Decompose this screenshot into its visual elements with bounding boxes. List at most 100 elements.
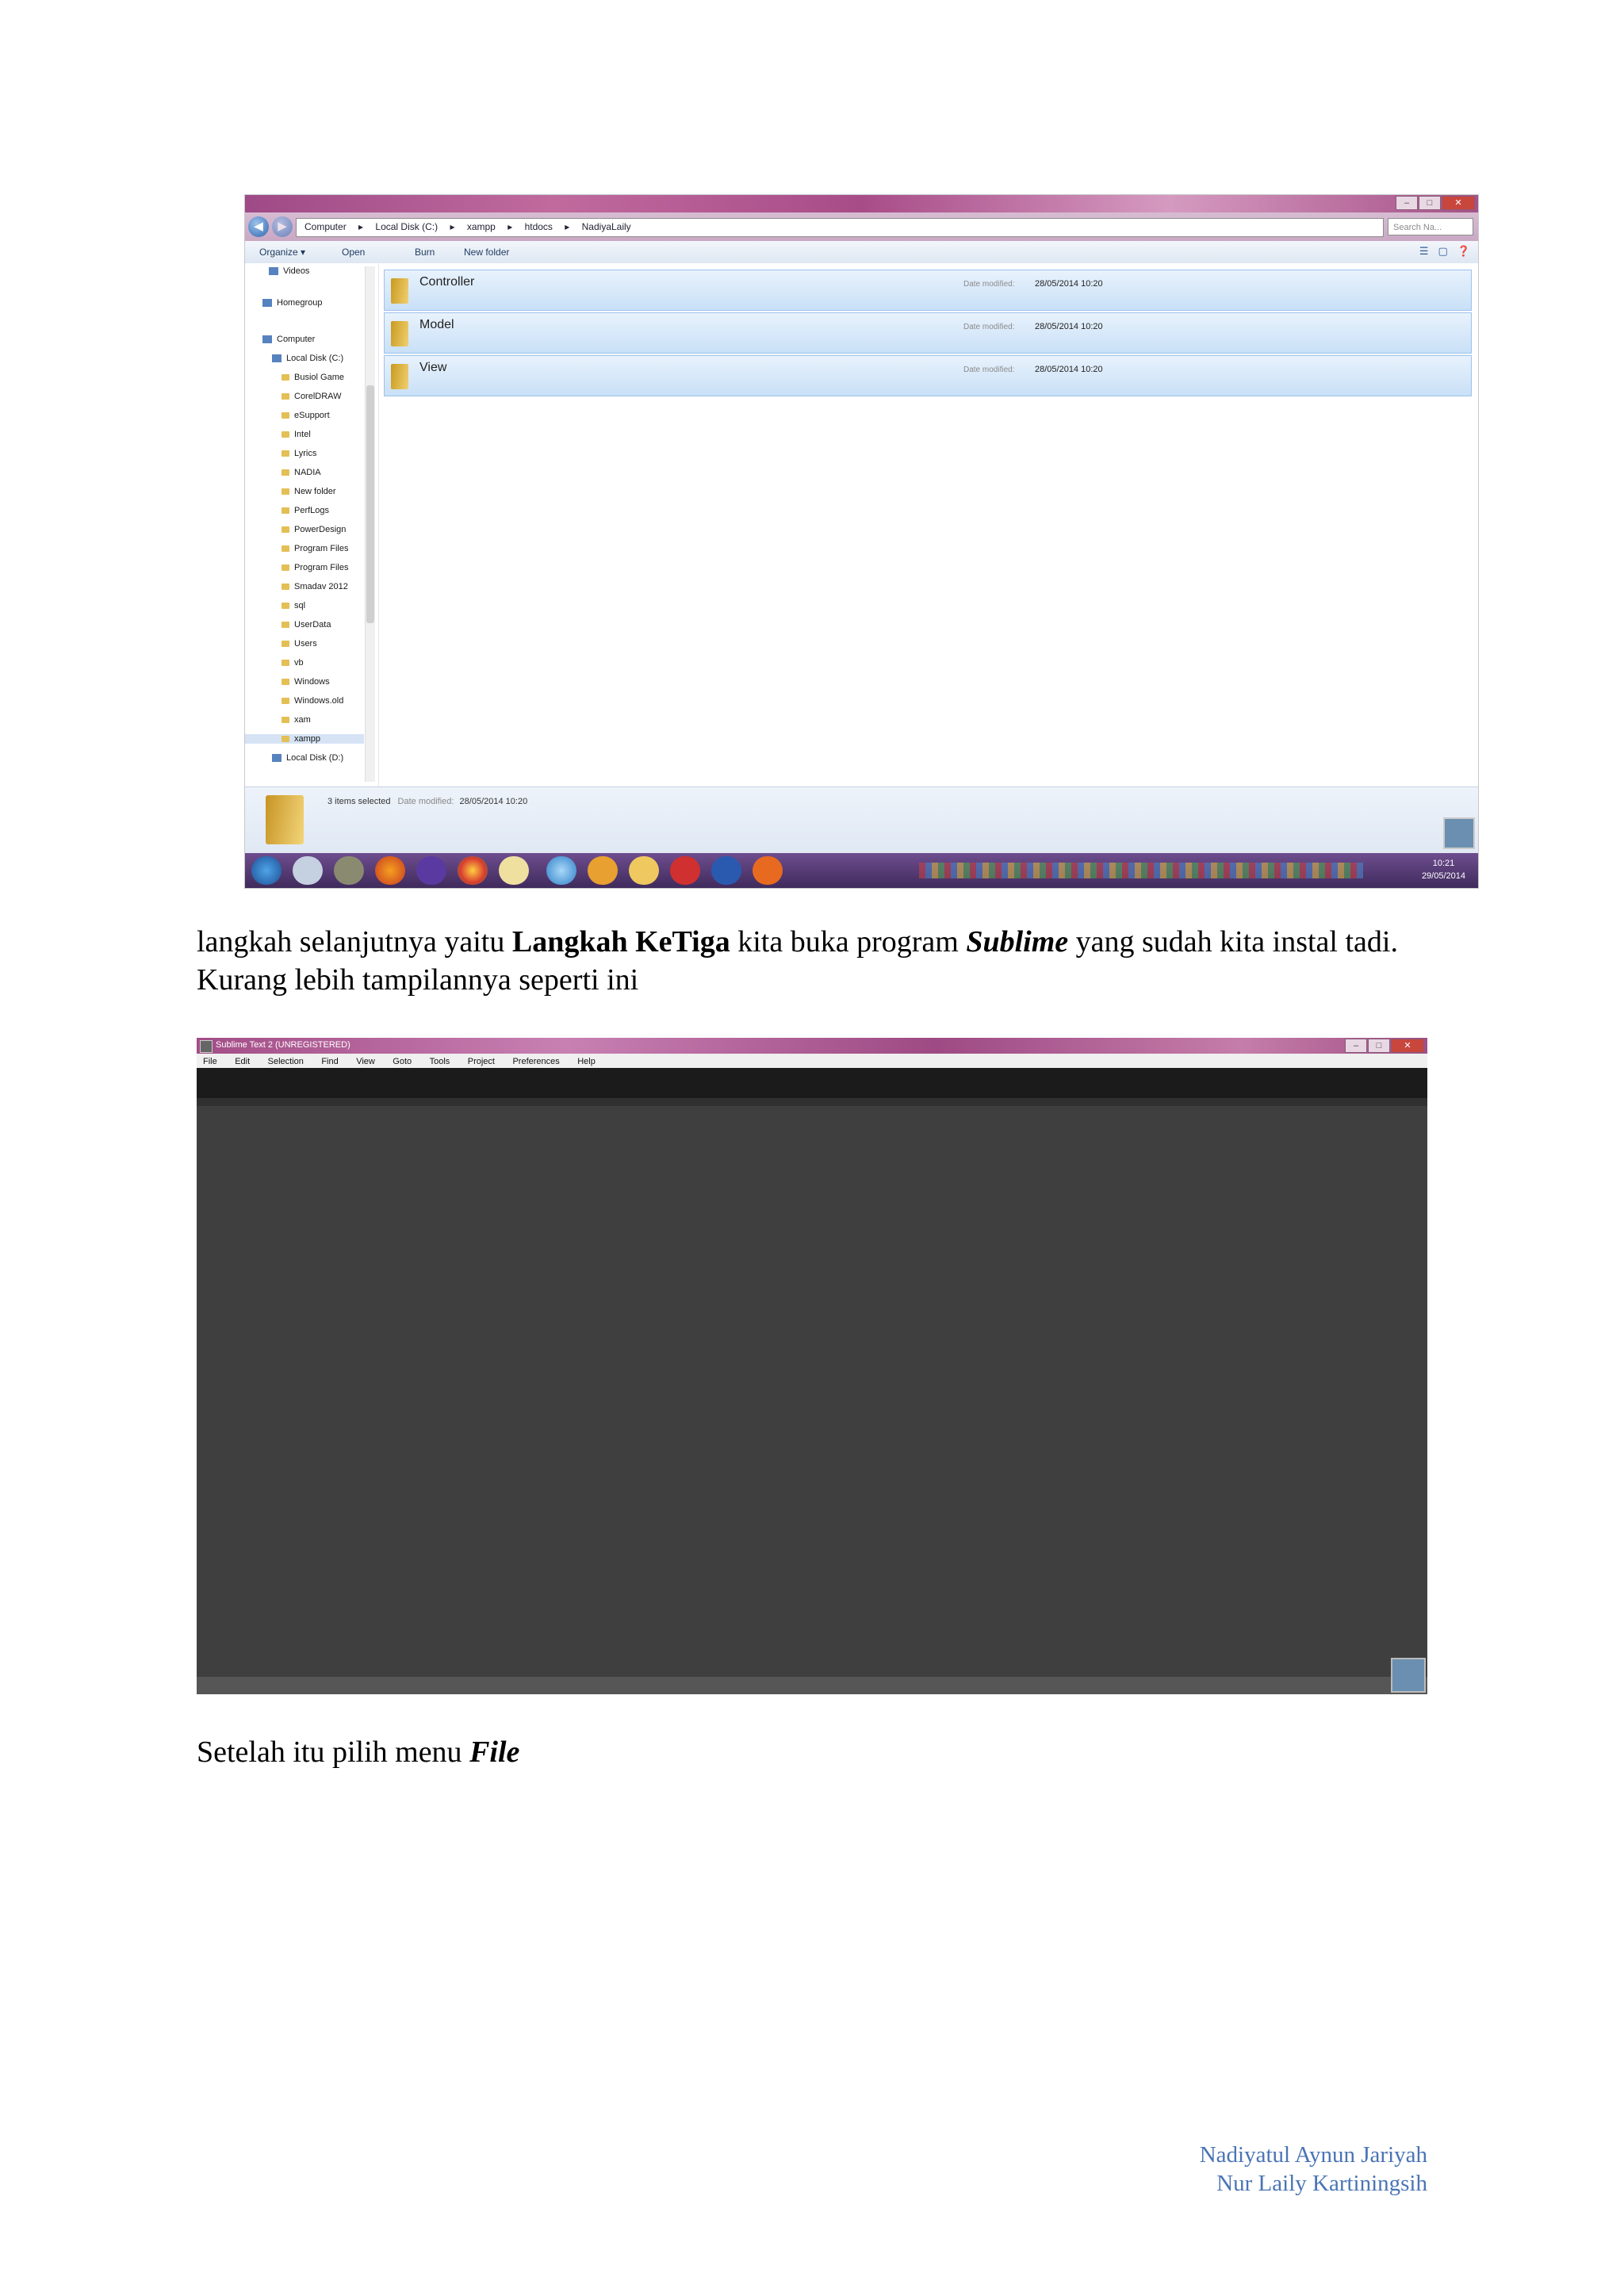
- taskbar-app-icon[interactable]: [416, 856, 446, 885]
- menu-tools[interactable]: Tools: [430, 1057, 450, 1066]
- nav-item-local-disk-d[interactable]: Local Disk (D:): [272, 753, 343, 763]
- taskbar-app-icon[interactable]: [293, 856, 323, 885]
- word-icon[interactable]: [711, 856, 741, 885]
- text: Setelah itu pilih menu: [197, 1735, 470, 1769]
- address-bar[interactable]: Computer ▸ Local Disk (C:) ▸ xampp ▸ htd…: [296, 218, 1384, 237]
- emphasis-bold: Langkah KeTiga: [511, 925, 730, 959]
- view-options: ☰ ▢ ❓: [1419, 245, 1470, 258]
- corner-app-icon: [1443, 817, 1475, 849]
- nav-folder[interactable]: Busiol Game: [282, 373, 361, 382]
- nav-scrollbar[interactable]: [365, 266, 375, 782]
- window-controls: – □ ✕: [1395, 196, 1475, 210]
- nav-item-computer[interactable]: Computer: [262, 335, 315, 344]
- menu-view[interactable]: View: [356, 1057, 375, 1066]
- nav-folder[interactable]: Intel: [282, 430, 361, 439]
- menu-edit[interactable]: Edit: [235, 1057, 250, 1066]
- explorer-toolbar: Organize ▾ Open Burn New folder ☰ ▢ ❓: [245, 241, 1478, 264]
- maximize-icon[interactable]: □: [1419, 196, 1441, 210]
- nav-folder[interactable]: eSupport: [282, 411, 361, 420]
- close-icon[interactable]: ✕: [1391, 1039, 1424, 1053]
- close-icon[interactable]: ✕: [1442, 196, 1475, 210]
- file-date: 28/05/2014 10:20: [1035, 279, 1103, 289]
- nav-folder-selected[interactable]: xampp: [245, 734, 364, 744]
- chrome-icon[interactable]: [458, 856, 488, 885]
- emphasis-bold-italic: File: [469, 1735, 520, 1769]
- tab-bar[interactable]: [197, 1068, 1427, 1098]
- breadcrumb-item[interactable]: xampp: [467, 221, 496, 232]
- breadcrumb-item[interactable]: htdocs: [525, 221, 553, 232]
- nav-item-videos[interactable]: Videos: [269, 266, 309, 276]
- scroll-thumb[interactable]: [366, 385, 374, 623]
- firefox-icon[interactable]: [375, 856, 405, 885]
- folder-icon: [391, 278, 408, 304]
- minimize-icon[interactable]: –: [1345, 1039, 1367, 1053]
- start-button-icon[interactable]: [251, 856, 282, 885]
- explorer-title-bar: – □ ✕: [245, 195, 1478, 212]
- selection-count: 3 items selected: [327, 797, 391, 806]
- file-row[interactable]: Model Date modified: 28/05/2014 10:20: [384, 312, 1472, 354]
- pdf-reader-icon[interactable]: [670, 856, 700, 885]
- sublime-app-icon: [200, 1040, 213, 1053]
- nav-label: Homegroup: [277, 298, 323, 308]
- search-input[interactable]: Search Na...: [1388, 218, 1473, 235]
- explorer-screenshot: – □ ✕ ◀ ▶ Computer ▸ Local Disk (C:) ▸ x…: [245, 195, 1478, 888]
- nav-folder[interactable]: CorelDRAW: [282, 392, 361, 401]
- preview-pane-icon[interactable]: ▢: [1438, 245, 1448, 258]
- nav-folder[interactable]: Smadav 2012: [282, 582, 361, 591]
- file-row[interactable]: Controller Date modified: 28/05/2014 10:…: [384, 270, 1472, 311]
- burn-button[interactable]: Burn: [415, 247, 435, 258]
- nav-folder[interactable]: Windows.old: [282, 696, 361, 706]
- nav-folder[interactable]: Program Files: [282, 563, 361, 572]
- new-folder-button[interactable]: New folder: [464, 247, 509, 258]
- maximize-icon[interactable]: □: [1368, 1039, 1390, 1053]
- minimize-icon[interactable]: –: [1396, 196, 1418, 210]
- breadcrumb-item[interactable]: NadiyaLaily: [582, 221, 631, 232]
- nav-item-homegroup[interactable]: Homegroup: [262, 298, 322, 308]
- taskbar-app-icon[interactable]: [546, 856, 576, 885]
- file-date: 28/05/2014 10:20: [1035, 365, 1103, 374]
- help-icon[interactable]: ❓: [1457, 245, 1470, 258]
- nav-folder[interactable]: UserData: [282, 620, 361, 629]
- nav-folder[interactable]: Windows: [282, 677, 361, 687]
- menu-goto[interactable]: Goto: [393, 1057, 412, 1066]
- nav-folder[interactable]: vb: [282, 658, 361, 668]
- nav-label: Videos: [283, 266, 310, 276]
- nav-folder[interactable]: Program Files: [282, 544, 361, 553]
- file-name: Controller: [419, 275, 475, 289]
- menu-preferences[interactable]: Preferences: [512, 1057, 559, 1066]
- file-date: 28/05/2014 10:20: [1035, 322, 1103, 331]
- nav-folder[interactable]: New folder: [282, 487, 361, 496]
- nav-item-local-disk-c[interactable]: Local Disk (C:): [272, 354, 343, 363]
- nav-folder[interactable]: Lyrics: [282, 449, 361, 458]
- menu-selection[interactable]: Selection: [268, 1057, 304, 1066]
- folder-icon: [266, 795, 304, 844]
- taskbar-app-icon[interactable]: [588, 856, 618, 885]
- breadcrumb-item[interactable]: Local Disk (C:): [375, 221, 438, 232]
- back-icon[interactable]: ◀: [248, 216, 269, 237]
- menu-find[interactable]: Find: [321, 1057, 338, 1066]
- file-row[interactable]: View Date modified: 28/05/2014 10:20: [384, 355, 1472, 396]
- nav-folder[interactable]: PerfLogs: [282, 506, 361, 515]
- clock-date: 29/05/2014: [1421, 871, 1465, 881]
- system-tray-icons[interactable]: [919, 863, 1363, 878]
- organize-button[interactable]: Organize ▾: [259, 247, 305, 258]
- open-button[interactable]: Open: [342, 247, 365, 258]
- xampp-icon[interactable]: [753, 856, 783, 885]
- nav-folder[interactable]: sql: [282, 601, 361, 610]
- nav-folder[interactable]: Users: [282, 639, 361, 649]
- menu-project[interactable]: Project: [468, 1057, 495, 1066]
- menu-help[interactable]: Help: [577, 1057, 596, 1066]
- menu-file[interactable]: File: [203, 1057, 217, 1066]
- nav-folder[interactable]: xam: [282, 715, 361, 725]
- breadcrumb-item[interactable]: Computer: [304, 221, 347, 232]
- taskbar-app-icon[interactable]: [499, 856, 529, 885]
- nav-folder[interactable]: PowerDesign: [282, 525, 361, 534]
- forward-icon[interactable]: ▶: [272, 216, 293, 237]
- views-icon[interactable]: ☰: [1419, 245, 1429, 258]
- taskbar-app-icon[interactable]: [334, 856, 364, 885]
- taskbar-clock[interactable]: 10:21 29/05/2014: [1422, 857, 1465, 882]
- nav-folder[interactable]: NADIA: [282, 468, 361, 477]
- taskbar-app-icon[interactable]: [629, 856, 659, 885]
- breadcrumb: Computer ▸ Local Disk (C:) ▸ xampp ▸ htd…: [304, 221, 631, 232]
- details-pane: 3 items selected Date modified: 28/05/20…: [245, 786, 1478, 854]
